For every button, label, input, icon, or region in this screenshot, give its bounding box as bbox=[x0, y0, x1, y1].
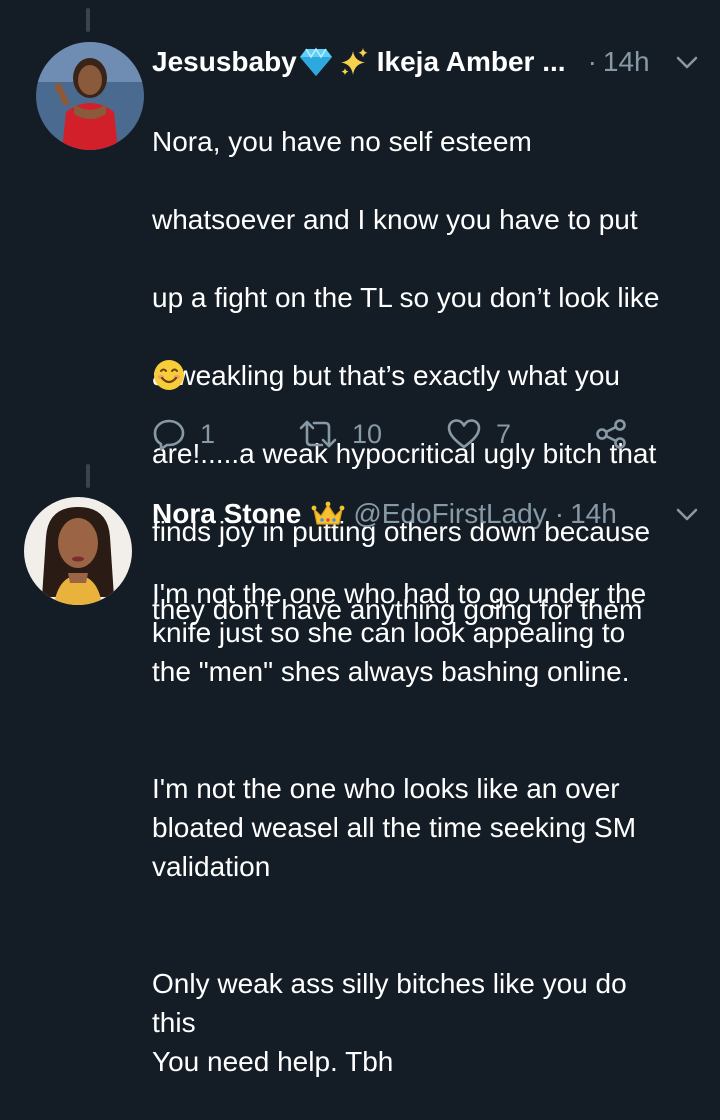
separator-dot: · bbox=[554, 498, 565, 529]
chevron-down-icon[interactable] bbox=[676, 56, 698, 70]
reply-button[interactable]: 1 bbox=[152, 414, 215, 454]
like-button[interactable]: 7 bbox=[446, 414, 511, 454]
share-button[interactable] bbox=[594, 414, 628, 454]
gem-icon bbox=[299, 47, 333, 77]
tweet-paragraph: I'm not the one who had to go under the … bbox=[152, 578, 647, 687]
separator-dot: · bbox=[587, 46, 597, 77]
timestamp[interactable]: 14h bbox=[570, 494, 617, 534]
tweet-line: Nora, you have no self esteem bbox=[152, 126, 532, 157]
avatar[interactable] bbox=[36, 42, 144, 150]
avatar-woman-red-dress-icon bbox=[36, 42, 144, 150]
like-count: 7 bbox=[496, 418, 512, 449]
tweet-header: Nora Stone @EdoFirstLady · 14h bbox=[152, 494, 617, 534]
retweet-count: 10 bbox=[352, 418, 383, 449]
tweet-line: a weakling but that’s exactly what you bbox=[152, 360, 620, 391]
user-handle[interactable]: @EdoFirstLady bbox=[353, 494, 546, 534]
tweet-text: I'm not the one who had to go under the … bbox=[152, 535, 712, 1120]
reply-count: 1 bbox=[200, 418, 216, 449]
thread-line-middle bbox=[86, 464, 90, 488]
chevron-down-icon[interactable] bbox=[676, 508, 698, 522]
retweet-icon bbox=[299, 420, 337, 448]
avatar[interactable] bbox=[24, 497, 132, 605]
share-icon bbox=[596, 419, 626, 449]
name-suffix[interactable]: Ikeja Amber ... bbox=[377, 42, 566, 82]
crown-icon bbox=[311, 500, 345, 528]
avatar-woman-portrait-icon bbox=[24, 497, 132, 605]
display-name[interactable]: Jesusbaby bbox=[152, 42, 297, 82]
tweet-line: up a fight on the TL so you don’t look l… bbox=[152, 282, 660, 313]
timestamp[interactable]: 14h bbox=[603, 42, 650, 82]
heart-icon bbox=[447, 419, 481, 449]
smiling-face-icon bbox=[154, 360, 184, 390]
tweet-line: whatsoever and I know you have to put bbox=[152, 204, 638, 235]
tweet-paragraph: Only weak ass silly bitches like you do … bbox=[152, 968, 627, 1077]
retweet-button[interactable]: 10 bbox=[298, 414, 382, 454]
tweet-header: Jesusbaby Ikeja Amber ... · 14h bbox=[152, 42, 650, 82]
display-name[interactable]: Nora Stone bbox=[152, 494, 301, 534]
thread-line-top bbox=[86, 8, 90, 32]
sparkles-icon bbox=[339, 47, 369, 77]
tweet-paragraph: I'm not the one who looks like an over b… bbox=[152, 773, 637, 882]
reply-icon bbox=[153, 419, 185, 450]
tweet-actions: 1 10 7 bbox=[152, 414, 652, 454]
